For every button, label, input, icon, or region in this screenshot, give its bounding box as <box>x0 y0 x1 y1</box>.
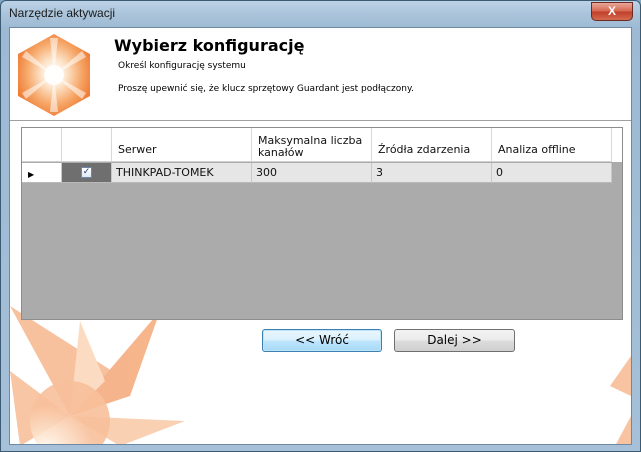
orange-star-icon <box>18 34 90 116</box>
header-offline-analysis[interactable]: Analiza offline <box>492 128 612 162</box>
window-title: Narzędzie aktywacji <box>9 6 116 20</box>
header-indicator-column <box>22 128 62 162</box>
wizard-header: Wybierz konfigurację Określ konfigurację… <box>10 28 631 120</box>
row-pointer-icon: ▶ <box>22 163 62 183</box>
cell-max-channels[interactable]: 300 <box>252 163 372 183</box>
client-area: Wybierz konfigurację Określ konfigurację… <box>9 27 632 445</box>
table-row[interactable]: ▶ ✓ THINKPAD-TOMEK 300 3 0 <box>22 163 622 183</box>
next-button[interactable]: Dalej >> <box>394 329 515 352</box>
row-checkbox[interactable]: ✓ <box>81 167 92 178</box>
header-event-sources[interactable]: Źródła zdarzenia <box>372 128 492 162</box>
close-button[interactable]: X <box>591 2 633 21</box>
configuration-grid[interactable]: Serwer Maksymalna liczba kanałów Źródła … <box>21 127 623 320</box>
header-max-channels[interactable]: Maksymalna liczba kanałów <box>252 128 372 162</box>
cell-event-sources[interactable]: 3 <box>372 163 492 183</box>
header-select-column <box>62 128 112 162</box>
header-server[interactable]: Serwer <box>112 128 252 162</box>
close-icon: X <box>607 4 616 18</box>
grid-header-row: Serwer Maksymalna liczba kanałów Źródła … <box>22 128 622 162</box>
page-title: Wybierz konfigurację <box>114 36 305 55</box>
back-button[interactable]: << Wróć <box>262 329 382 352</box>
subtitle: Określ konfigurację systemu <box>118 61 246 71</box>
cell-offline-analysis[interactable]: 0 <box>492 163 612 183</box>
dongle-note: Proszę upewnić się, że klucz sprzętowy G… <box>118 84 414 94</box>
title-bar[interactable]: Narzędzie aktywacji X <box>1 1 640 27</box>
activation-window: Narzędzie aktywacji X Wybierz konfigurac… <box>0 0 641 452</box>
cell-server[interactable]: THINKPAD-TOMEK <box>112 163 252 183</box>
row-select-cell[interactable]: ✓ <box>62 163 112 183</box>
